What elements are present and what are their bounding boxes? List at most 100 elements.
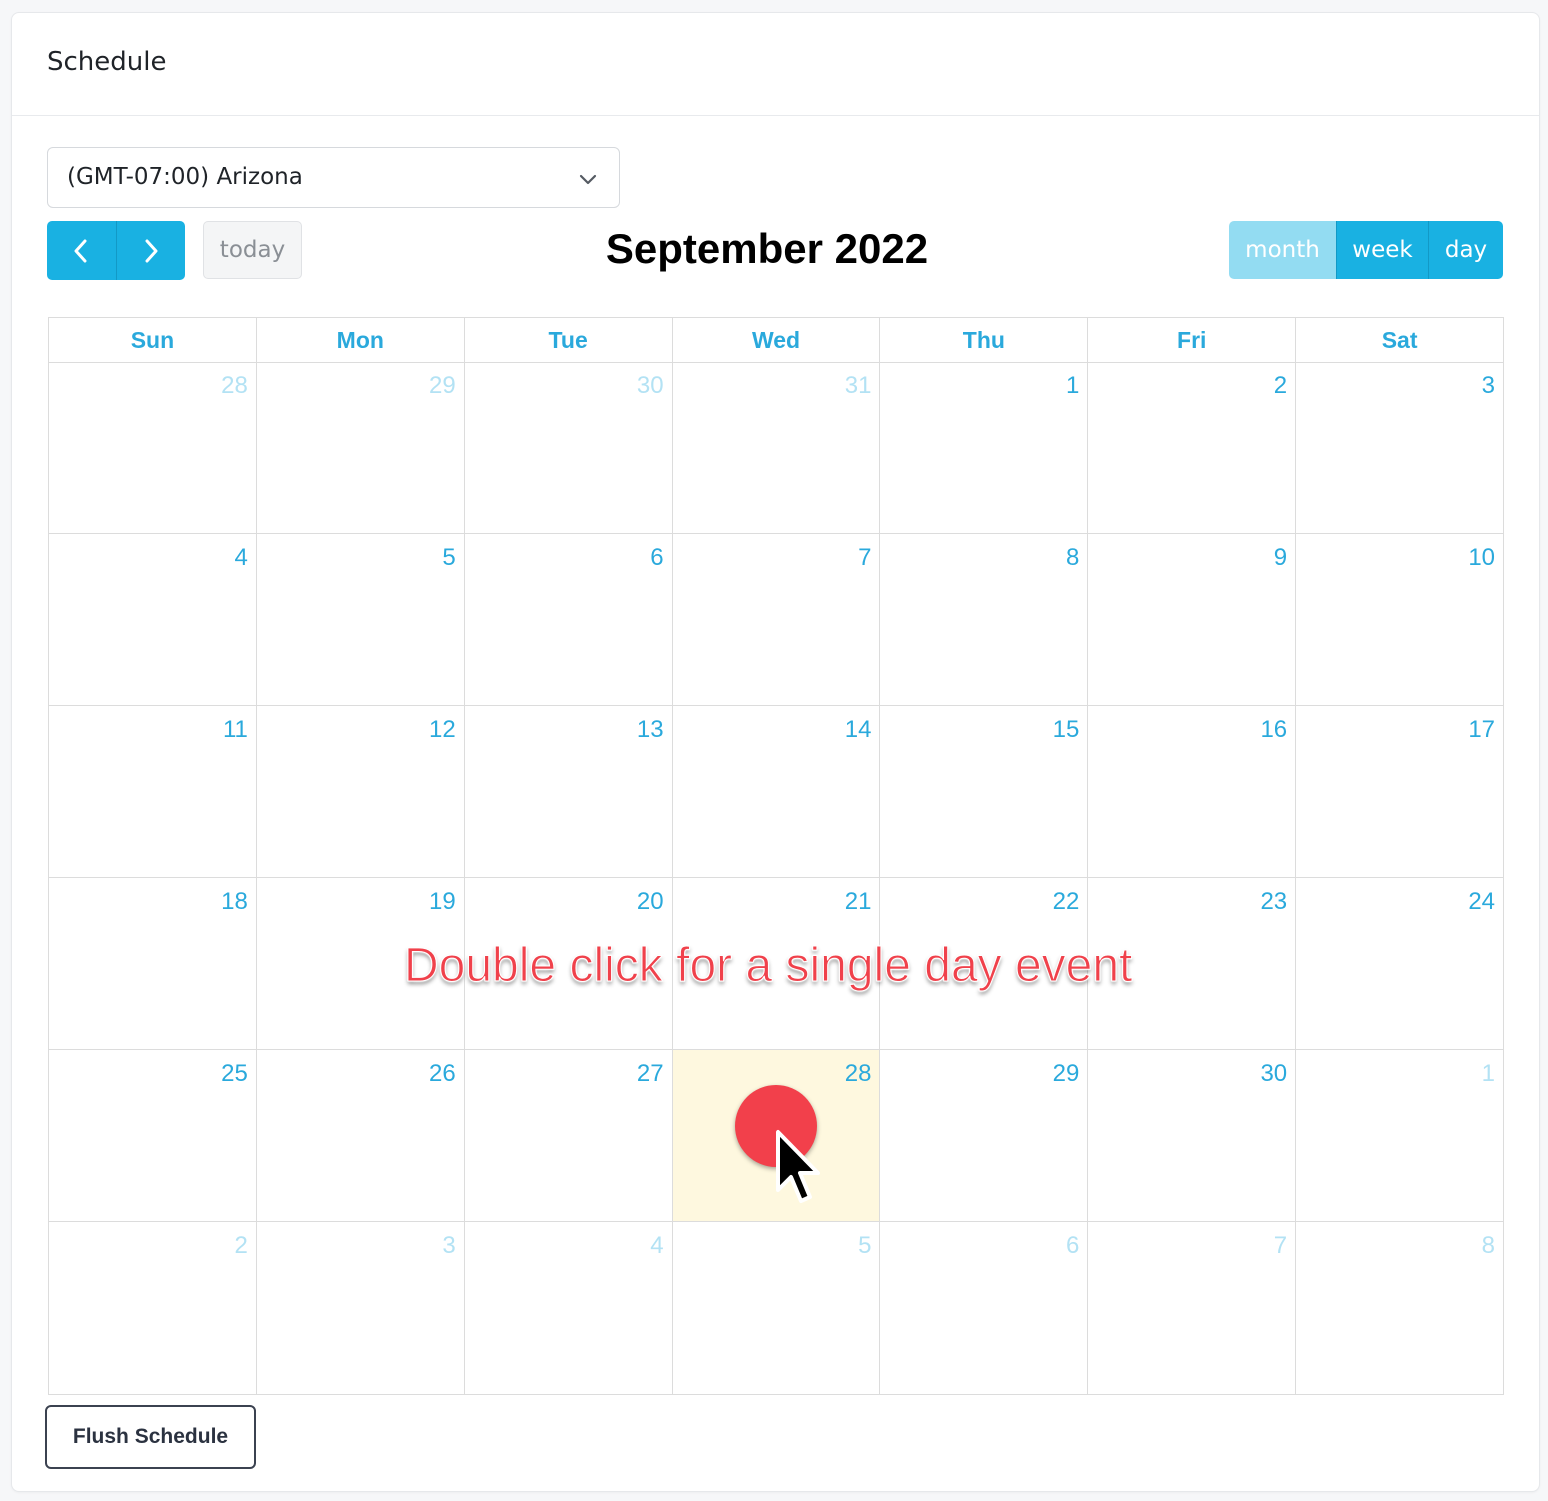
day-number: 9 xyxy=(1273,544,1288,571)
day-cell[interactable]: 7 xyxy=(673,534,881,705)
day-number: 29 xyxy=(429,372,456,399)
day-number: 20 xyxy=(636,888,664,915)
day-cell[interactable]: 13 xyxy=(465,706,673,877)
day-number: 24 xyxy=(1468,888,1496,915)
card-header: Schedule xyxy=(12,13,1539,116)
week-row: 2 3 4 5 6 7 8 xyxy=(49,1222,1503,1394)
day-number: 13 xyxy=(636,716,664,743)
week-row: 11 12 13 14 15 16 17 xyxy=(49,706,1503,878)
day-number: 4 xyxy=(650,1232,664,1259)
day-cell[interactable]: 30 xyxy=(1088,1050,1297,1221)
dow-tue: Tue xyxy=(465,318,673,362)
timezone-value: (GMT-07:00) Arizona xyxy=(67,164,303,190)
day-cell[interactable]: 14 xyxy=(673,706,881,877)
prev-button[interactable] xyxy=(47,221,116,280)
day-number: 2 xyxy=(234,1232,248,1259)
day-cell[interactable]: 4 xyxy=(465,1222,673,1394)
day-number: 17 xyxy=(1468,716,1496,743)
week-row: 18 19 20 21 22 23 24 xyxy=(49,878,1503,1050)
chevron-down-icon xyxy=(579,174,597,185)
day-number: 29 xyxy=(1052,1060,1080,1087)
day-cell[interactable]: 8 xyxy=(880,534,1089,705)
chevron-left-icon xyxy=(74,239,87,262)
day-number: 27 xyxy=(636,1060,664,1087)
timezone-select[interactable]: (GMT-07:00) Arizona xyxy=(47,147,620,208)
day-number: 6 xyxy=(1065,1232,1080,1259)
today-button[interactable]: today xyxy=(203,221,302,279)
day-number: 3 xyxy=(1481,372,1496,399)
day-cell[interactable]: 31 xyxy=(673,362,881,533)
day-cell[interactable]: 10 xyxy=(1296,534,1503,705)
day-cell[interactable]: 6 xyxy=(465,534,673,705)
day-cell[interactable]: 30 xyxy=(465,362,673,533)
day-cell[interactable]: 3 xyxy=(257,1222,465,1394)
next-button[interactable] xyxy=(115,221,185,280)
day-number: 22 xyxy=(1052,888,1080,915)
dow-fri: Fri xyxy=(1088,318,1297,362)
weeks-container: 28 29 30 31 1 2 3 4 5 6 7 8 9 10 11 12 13 14 15 16 17 18 19 20 2… xyxy=(49,362,1503,1394)
view-day-button[interactable]: day xyxy=(1428,221,1503,279)
day-cell[interactable]: 1 xyxy=(1296,1050,1503,1221)
day-cell[interactable]: 12 xyxy=(257,706,465,877)
day-number: 7 xyxy=(1273,1232,1288,1259)
day-cell[interactable]: 5 xyxy=(673,1222,881,1394)
day-cell[interactable]: 6 xyxy=(880,1222,1089,1394)
calendar-title: September 2022 xyxy=(605,225,929,272)
day-cell[interactable]: 1 xyxy=(880,362,1089,533)
day-cell[interactable]: 3 xyxy=(1296,362,1503,533)
day-cell[interactable]: 8 xyxy=(1296,1222,1503,1394)
day-cell[interactable]: 2 xyxy=(1088,362,1297,533)
day-cell[interactable]: 20 xyxy=(465,878,673,1049)
day-number: 25 xyxy=(221,1060,248,1087)
dow-mon: Mon xyxy=(257,318,465,362)
dow-sat: Sat xyxy=(1381,327,1418,353)
day-number: 23 xyxy=(1260,888,1288,915)
day-number: 15 xyxy=(1052,716,1080,743)
day-cell[interactable]: 9 xyxy=(1088,534,1297,705)
day-cell[interactable]: 27 xyxy=(465,1050,673,1221)
day-cell[interactable]: 28 xyxy=(49,362,257,533)
day-cell[interactable]: 18 xyxy=(49,878,257,1049)
day-cell[interactable]: 4 xyxy=(49,534,257,705)
day-cell[interactable]: 19 xyxy=(257,878,465,1049)
week-row: 28 29 30 31 1 2 3 xyxy=(49,362,1503,534)
week-row: 4 5 6 7 8 9 10 xyxy=(49,534,1503,706)
day-number: 8 xyxy=(1481,1232,1496,1259)
day-cell[interactable]: 15 xyxy=(880,706,1089,877)
day-cell[interactable]: 11 xyxy=(49,706,257,877)
day-cell[interactable]: 21 xyxy=(673,878,881,1049)
day-number: 30 xyxy=(636,372,664,399)
day-cell[interactable]: 17 xyxy=(1296,706,1503,877)
day-cell[interactable]: 24 xyxy=(1296,878,1503,1049)
view-week-button[interactable]: week xyxy=(1336,221,1428,279)
day-cell[interactable]: 5 xyxy=(257,534,465,705)
flush-schedule-button[interactable]: Flush Schedule xyxy=(45,1405,256,1469)
schedule-card: Schedule (GMT-07:00) Arizona today Septe… xyxy=(11,12,1540,1492)
day-number: 5 xyxy=(858,1232,872,1259)
day-number: 12 xyxy=(429,716,456,743)
dow-wed: Wed xyxy=(673,318,881,362)
day-number: 1 xyxy=(1065,372,1080,399)
day-cell[interactable]: 22 xyxy=(880,878,1089,1049)
view-month-button[interactable]: month xyxy=(1229,221,1336,279)
day-cell[interactable]: 16 xyxy=(1088,706,1297,877)
day-cell[interactable]: 29 xyxy=(257,362,465,533)
day-number: 26 xyxy=(429,1060,456,1087)
day-cell[interactable]: 25 xyxy=(49,1050,257,1221)
day-number: 19 xyxy=(429,888,456,915)
day-number: 28 xyxy=(844,1060,872,1087)
week-row: 25 26 27 28 29 30 1 xyxy=(49,1050,1503,1222)
day-number: 3 xyxy=(442,1232,456,1259)
day-number: 6 xyxy=(650,544,664,571)
day-number: 10 xyxy=(1468,544,1496,571)
day-number: 1 xyxy=(1481,1060,1496,1087)
day-cell[interactable]: 7 xyxy=(1088,1222,1297,1394)
day-cell[interactable]: 2 xyxy=(49,1222,257,1394)
month-grid: Sun Mon Tue Wed Thu Fri Sat 28 29 30 31 1 2 3 4… xyxy=(48,317,1504,1395)
day-cell-today[interactable]: 28 xyxy=(672,1050,881,1221)
day-cell[interactable]: 29 xyxy=(880,1050,1089,1221)
day-cell[interactable]: 23 xyxy=(1088,878,1297,1049)
dow-sun: Sun xyxy=(49,318,257,362)
day-number: 11 xyxy=(222,716,248,743)
day-cell[interactable]: 26 xyxy=(257,1050,465,1221)
